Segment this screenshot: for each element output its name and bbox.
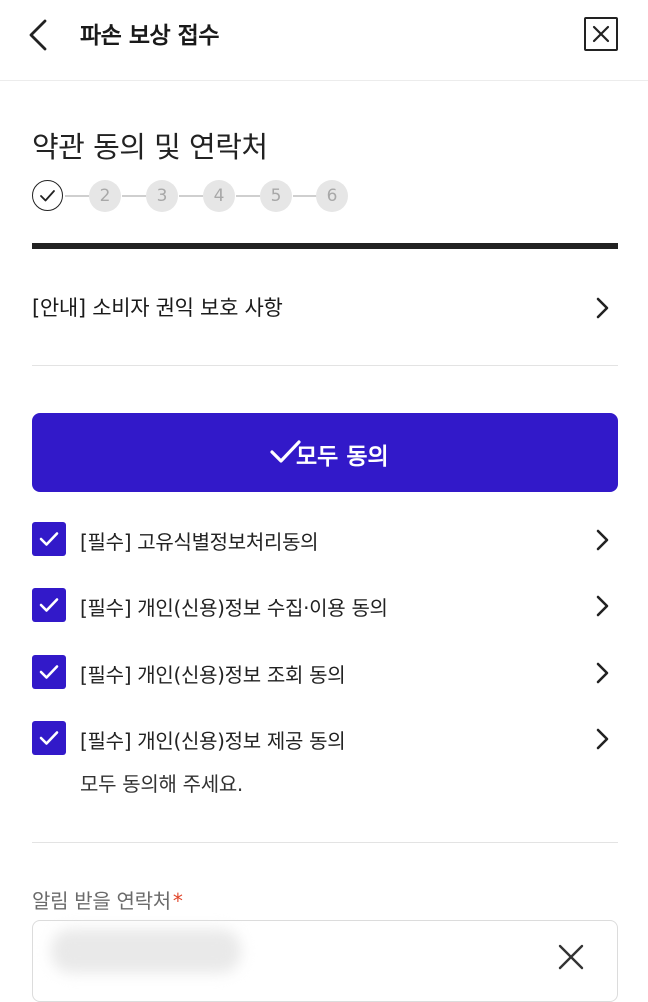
- step-6: 6: [316, 180, 348, 212]
- step-2: 2: [89, 180, 121, 212]
- required-mark: *: [172, 889, 183, 913]
- chevron-right-icon[interactable]: [594, 727, 610, 751]
- chevron-right-icon[interactable]: [594, 528, 610, 552]
- progress-stepper: 2 3 4 5 6: [32, 180, 372, 212]
- term-row-collect-use[interactable]: [필수] 개인(신용)정보 수집·이용 동의: [32, 586, 618, 626]
- chevron-right-icon[interactable]: [594, 594, 610, 618]
- divider: [32, 365, 618, 366]
- contact-label-text: 알림 받을 연락처: [32, 889, 171, 913]
- step-1-done: [32, 180, 63, 211]
- check-icon: [39, 731, 59, 745]
- chevron-right-icon: [596, 297, 609, 319]
- close-button[interactable]: [584, 17, 618, 51]
- term-checkbox[interactable]: [32, 721, 66, 755]
- chevron-right-icon[interactable]: [594, 661, 610, 685]
- contact-field-label: 알림 받을 연락처 *: [32, 885, 183, 914]
- divider: [32, 842, 618, 843]
- step-4: 4: [203, 180, 235, 212]
- step-connector: [293, 195, 317, 197]
- contact-phone-input[interactable]: [32, 920, 618, 1002]
- app-header: 파손 보상 접수: [0, 0, 648, 81]
- term-row-provide[interactable]: [필수] 개인(신용)정보 제공 동의: [32, 719, 618, 759]
- term-label: [필수] 개인(신용)정보 제공 동의: [80, 729, 346, 753]
- clear-input-button[interactable]: [557, 943, 585, 971]
- consumer-rights-notice-link[interactable]: [안내] 소비자 권익 보호 사항: [32, 276, 618, 338]
- term-checkbox[interactable]: [32, 588, 66, 622]
- check-icon: [40, 190, 55, 202]
- step-3: 3: [146, 180, 178, 212]
- section-title: 약관 동의 및 연락처: [32, 130, 268, 164]
- section-divider-bar: [32, 243, 618, 249]
- term-label: [필수] 개인(신용)정보 수집·이용 동의: [80, 596, 388, 620]
- redacted-phone-value: [51, 929, 241, 973]
- term-checkbox[interactable]: [32, 655, 66, 689]
- notice-label: [안내] 소비자 권익 보호 사항: [32, 296, 283, 320]
- back-button[interactable]: [24, 18, 56, 52]
- term-checkbox[interactable]: [32, 522, 66, 556]
- step-connector: [236, 195, 260, 197]
- step-connector: [179, 195, 203, 197]
- term-label: [필수] 고유식별정보처리동의: [80, 530, 319, 554]
- close-icon: [558, 944, 584, 970]
- term-row-unique-id[interactable]: [필수] 고유식별정보처리동의: [32, 520, 618, 560]
- step-5: 5: [260, 180, 292, 212]
- term-label: [필수] 개인(신용)정보 조회 동의: [80, 663, 346, 687]
- agree-all-button[interactable]: 모두 동의: [32, 413, 618, 492]
- chevron-left-icon: [29, 19, 47, 51]
- check-icon: [39, 665, 59, 679]
- agreement-hint: 모두 동의해 주세요.: [80, 772, 243, 796]
- step-connector: [65, 195, 89, 197]
- check-icon: [39, 598, 59, 612]
- check-icon: [39, 532, 59, 546]
- term-row-inquiry[interactable]: [필수] 개인(신용)정보 조회 동의: [32, 653, 618, 693]
- page-title: 파손 보상 접수: [80, 23, 219, 49]
- agree-all-label: 모두 동의: [296, 444, 389, 470]
- close-icon: [592, 25, 610, 43]
- step-connector: [122, 195, 146, 197]
